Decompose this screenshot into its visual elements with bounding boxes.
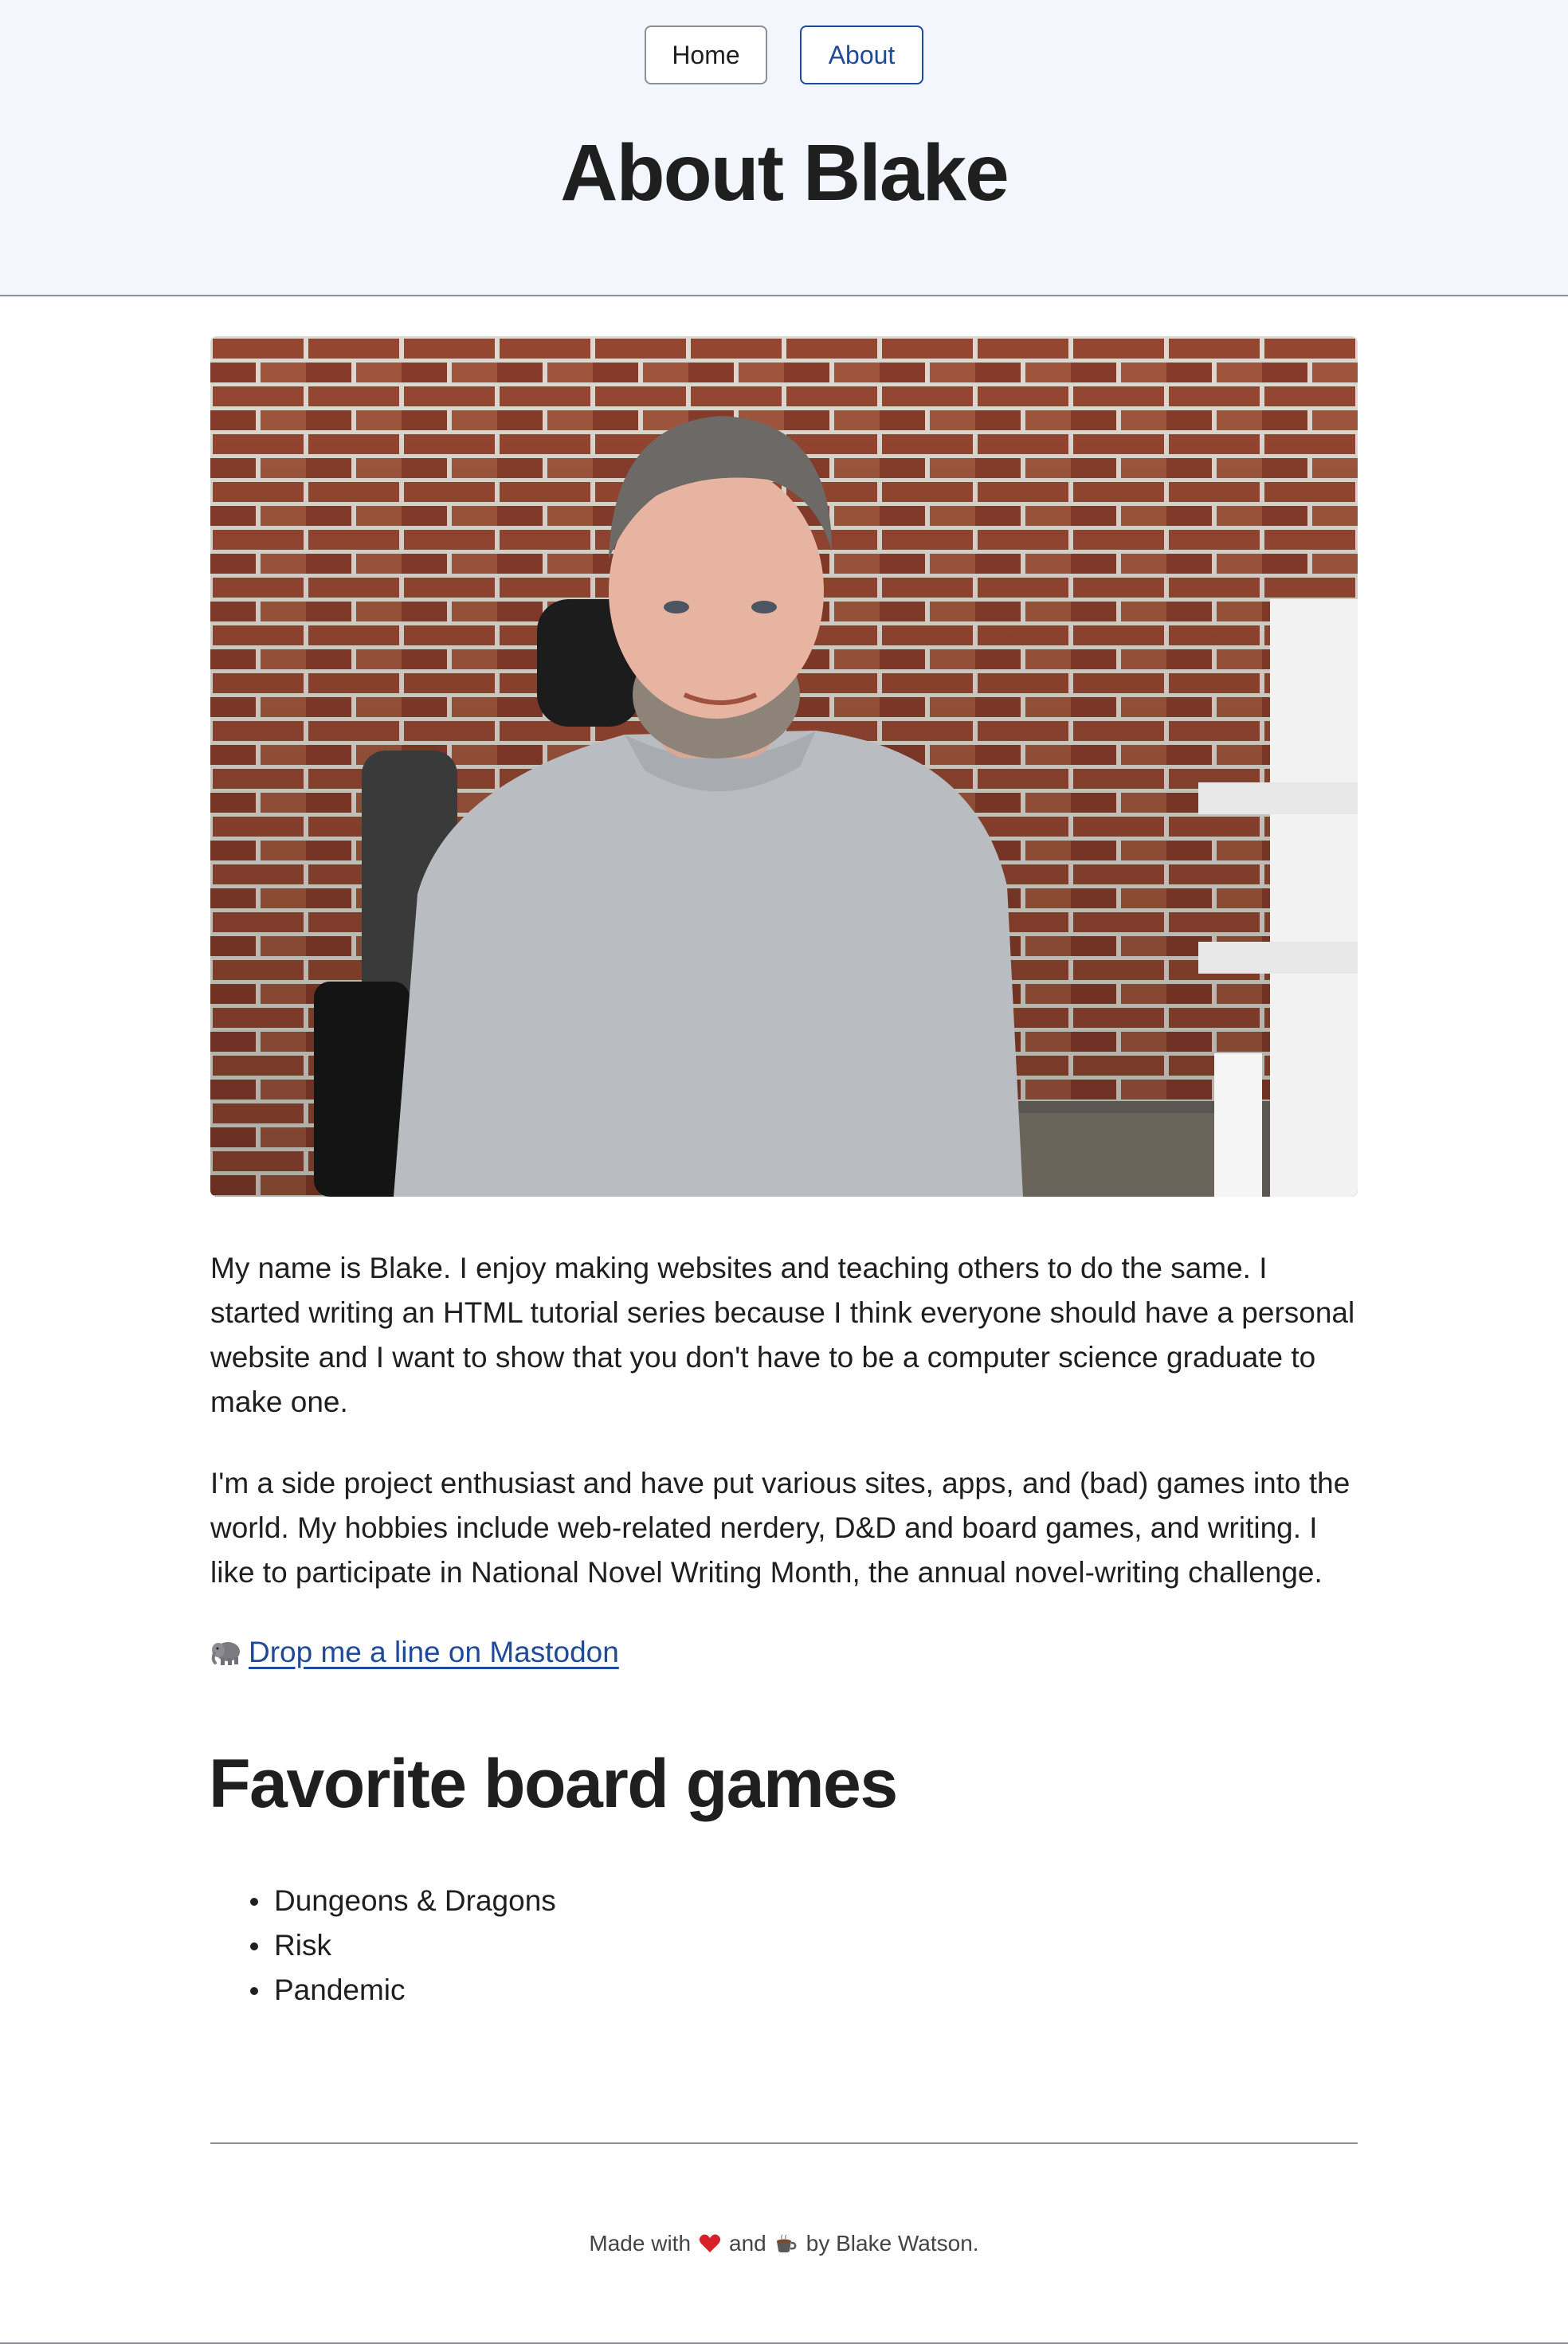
mastodon-link[interactable]: Drop me a line on Mastodon (249, 1630, 619, 1675)
intro-paragraph: My name is Blake. I enjoy making website… (210, 1252, 1355, 1418)
top-nav: Home About (0, 25, 1568, 84)
about-page: Home About About Blake My name is Blake.… (0, 0, 1568, 2344)
hobbies-paragraph: I'm a side project enthusiast and have p… (210, 1467, 1350, 1589)
board-games-list: Dungeons & Dragons Risk Pandemic (250, 1879, 556, 2013)
footer-and: and (729, 2231, 766, 2256)
elephant-icon (211, 1642, 240, 1665)
nav-home-button[interactable]: Home (645, 25, 767, 84)
page-header: Home About About Blake (0, 0, 1568, 296)
coffee-icon (776, 2234, 797, 2252)
footer-made-with: Made with (589, 2231, 692, 2256)
board-games-heading: Favorite board games (209, 1746, 898, 1822)
footer-by: by Blake Watson. (806, 2231, 979, 2256)
page-footer: Made with and by Blake Watson. (0, 2231, 1568, 2256)
mastodon-contact: Drop me a line on Mastodon (210, 1630, 619, 1675)
list-item: Pandemic (250, 1968, 556, 2013)
nav-about-button[interactable]: About (800, 25, 923, 84)
page-title: About Blake (560, 128, 1009, 218)
list-item: Dungeons & Dragons (250, 1879, 556, 1923)
profile-photo (210, 336, 1358, 1197)
heart-icon (699, 2234, 721, 2252)
footer-divider (210, 2142, 1358, 2144)
list-item: Risk (250, 1923, 556, 1968)
